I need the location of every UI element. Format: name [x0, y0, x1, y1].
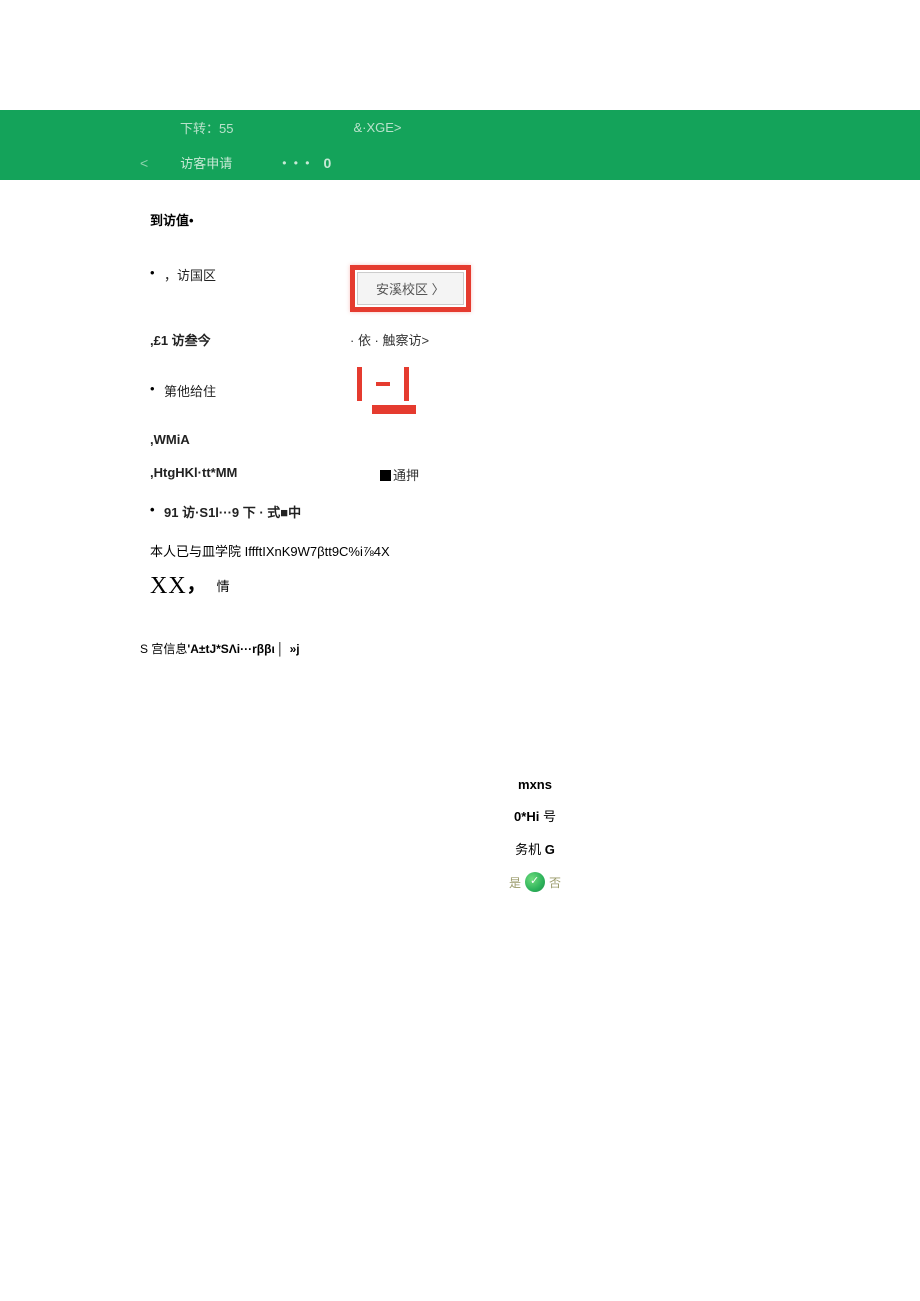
red-dash-icon	[376, 382, 390, 386]
campus-label-text: ，访国区	[164, 268, 216, 283]
page-title: 访客申请	[180, 153, 232, 172]
header-left-text: 下转：55	[180, 118, 233, 137]
other-label: 第他给住	[150, 381, 350, 400]
note-pipe-icon	[275, 642, 290, 656]
lower-line2: 0*Hi 号	[150, 806, 920, 825]
campus-label: ，访国区	[150, 265, 350, 284]
campus-select-button[interactable]: 安溪校区 〉	[350, 265, 471, 312]
declaration-paragraph: 本人已与皿学院 IffftIXnK9W7βtt9C%i⅞4X	[150, 541, 920, 560]
no-label[interactable]: 否	[549, 874, 561, 891]
xx-comma: ，	[187, 574, 207, 596]
other-row: 第他给住	[150, 367, 920, 414]
header-bar: 下转：55 &·XGE> < 访客申请 • • • 0	[0, 110, 920, 180]
yes-label[interactable]: 是	[509, 874, 521, 891]
yes-no-row: 是 否	[150, 872, 920, 892]
campus-select-button-label: 安溪校区 〉	[357, 272, 464, 305]
red-indicator-icon	[350, 367, 416, 414]
note-tail: »j	[290, 642, 300, 656]
item4-text: 91 访·S1l···9 下 · 式■中	[164, 505, 301, 520]
lower-line3: 务机 G	[150, 839, 920, 858]
visit-reason-label: ,£1 访叁今	[150, 330, 350, 349]
check-circle-icon[interactable]	[525, 872, 545, 892]
visit-reason-row: ,£1 访叁今 · 依 · 触察访>	[150, 330, 920, 349]
xx-line: XX， 情	[150, 568, 920, 600]
htg-value: 通押	[380, 465, 419, 484]
campus-value-cell: 安溪校区 〉	[350, 265, 471, 312]
header-right-text: &·XGE>	[353, 120, 401, 135]
xx-tail: 情	[217, 579, 230, 594]
more-icon[interactable]: • • •	[282, 156, 311, 170]
item4-row: 91 访·S1l···9 下 · 式■中	[150, 502, 920, 521]
other-indicator	[350, 367, 416, 414]
note-line: S 宫信息'A±tJ*SΛi···rββι »j	[140, 640, 920, 657]
visit-value-label: 到访值•	[150, 210, 194, 229]
lower-line3-prefix: 务机	[515, 842, 545, 857]
red-bar-bottom-icon	[372, 405, 416, 414]
close-icon[interactable]: 0	[323, 155, 331, 171]
lower-line2-bold: 0*Hi	[514, 809, 539, 824]
visit-reason-value: · 依 · 触察访>	[350, 330, 429, 349]
campus-row: ，访国区 安溪校区 〉	[150, 265, 920, 312]
red-bar-left-icon	[357, 367, 362, 401]
lower-center-block: mxns 0*Hi 号 务机 G 是 否	[150, 777, 920, 892]
lower-line2-tail: 号	[539, 809, 556, 824]
declaration-text: 本人已与皿学院 IffftIXnK9W7βtt9C%i⅞4X	[150, 544, 390, 559]
other-label-text: 第他给住	[164, 384, 216, 399]
visit-value-label-row: 到访值•	[150, 210, 920, 243]
header-top-row: 下转：55 &·XGE>	[0, 110, 920, 145]
htg-row: ,HtgHKl·tt*MM 通押	[150, 465, 920, 484]
wmia-row: ,WMiA	[150, 432, 920, 447]
note-bold: 'A±tJ*SΛi···rββι	[187, 642, 274, 656]
form-content: 到访值• ，访国区 安溪校区 〉 ,£1 访叁今 · 依 · 触察访> 第他给住	[0, 180, 920, 892]
lower-line3-bold: G	[545, 842, 555, 857]
htg-value-text: 通押	[393, 468, 419, 483]
note-prefix: S 宫信息	[140, 642, 187, 656]
back-icon[interactable]: <	[140, 155, 148, 171]
wmia-label: ,WMiA	[150, 432, 350, 447]
header-nav-row: < 访客申请 • • • 0	[0, 145, 920, 180]
xx-text: XX	[150, 573, 187, 599]
htg-label: ,HtgHKl·tt*MM	[150, 465, 380, 480]
red-bar-right-icon	[404, 367, 409, 401]
item4-label: 91 访·S1l···9 下 · 式■中	[150, 502, 450, 521]
black-square-icon	[380, 470, 391, 481]
lower-line1: mxns	[150, 777, 920, 792]
